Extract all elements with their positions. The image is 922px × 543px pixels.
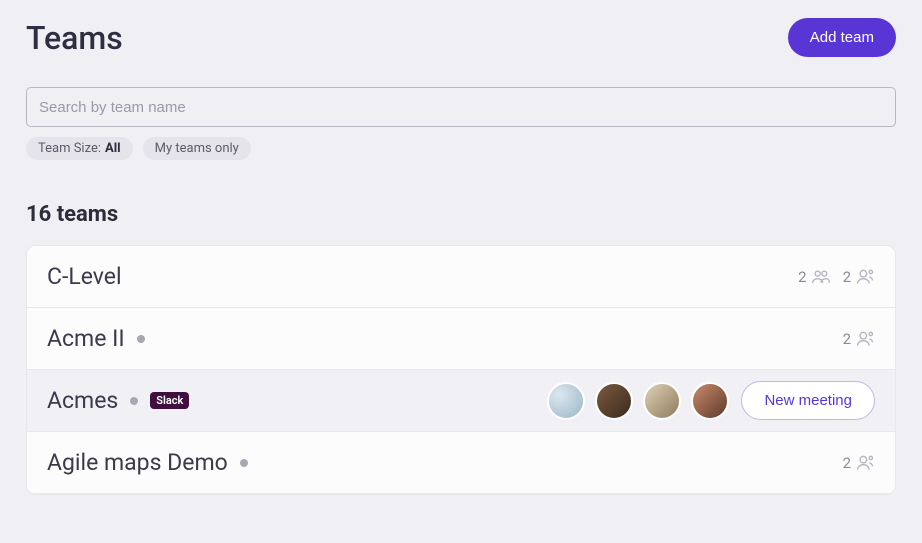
page-header: Teams Add team bbox=[0, 0, 922, 57]
avatar bbox=[643, 382, 681, 420]
team-row-left: C-Level bbox=[47, 263, 122, 290]
avatar-stack bbox=[547, 382, 729, 420]
group-icon bbox=[811, 267, 831, 287]
team-stat: 2 bbox=[843, 453, 875, 473]
person-icon bbox=[855, 329, 875, 349]
status-dot-icon bbox=[137, 335, 145, 343]
team-name: Acmes bbox=[47, 387, 118, 414]
team-row[interactable]: C-Level22 bbox=[27, 246, 895, 308]
stat-value: 2 bbox=[843, 268, 851, 286]
add-team-button[interactable]: Add team bbox=[788, 18, 896, 57]
team-name: Acme II bbox=[47, 325, 125, 352]
teams-count: 16 teams bbox=[0, 160, 922, 245]
filter-bar: Team Size: All My teams only bbox=[0, 127, 922, 160]
filter-value: All bbox=[105, 141, 121, 156]
team-row-right: 2 bbox=[843, 453, 875, 473]
stat-value: 2 bbox=[843, 454, 851, 472]
search-input[interactable] bbox=[26, 87, 896, 127]
search-section bbox=[0, 57, 922, 127]
filter-team-size[interactable]: Team Size: All bbox=[26, 137, 133, 160]
new-meeting-button[interactable]: New meeting bbox=[741, 381, 875, 420]
team-row-right: 22 bbox=[798, 267, 875, 287]
team-name: C-Level bbox=[47, 263, 122, 290]
stat-value: 2 bbox=[798, 268, 806, 286]
team-stat: 2 bbox=[843, 267, 875, 287]
person-icon bbox=[855, 267, 875, 287]
team-row[interactable]: Acme II 2 bbox=[27, 308, 895, 370]
team-row-left: Agile maps Demo bbox=[47, 449, 248, 476]
team-stat: 2 bbox=[843, 329, 875, 349]
person-icon bbox=[855, 453, 875, 473]
team-row-right: New meeting bbox=[547, 381, 875, 420]
slack-badge: Slack bbox=[150, 392, 189, 409]
team-row-left: Acme II bbox=[47, 325, 145, 352]
team-name: Agile maps Demo bbox=[47, 449, 228, 476]
status-dot-icon bbox=[130, 397, 138, 405]
page-title: Teams bbox=[26, 19, 123, 57]
team-row-right: 2 bbox=[843, 329, 875, 349]
avatar bbox=[595, 382, 633, 420]
filter-my-teams[interactable]: My teams only bbox=[143, 137, 251, 160]
team-row-left: Acmes Slack bbox=[47, 387, 189, 414]
team-row[interactable]: Acmes Slack New meeting bbox=[27, 370, 895, 432]
team-stat: 2 bbox=[798, 267, 830, 287]
avatar bbox=[547, 382, 585, 420]
team-row[interactable]: Agile maps Demo 2 bbox=[27, 432, 895, 494]
stat-value: 2 bbox=[843, 330, 851, 348]
status-dot-icon bbox=[240, 459, 248, 467]
team-list: C-Level22Acme II2AcmesSlackNew meetingAg… bbox=[26, 245, 896, 495]
filter-label: My teams only bbox=[155, 141, 239, 156]
avatar bbox=[691, 382, 729, 420]
filter-label: Team Size: bbox=[38, 141, 101, 156]
